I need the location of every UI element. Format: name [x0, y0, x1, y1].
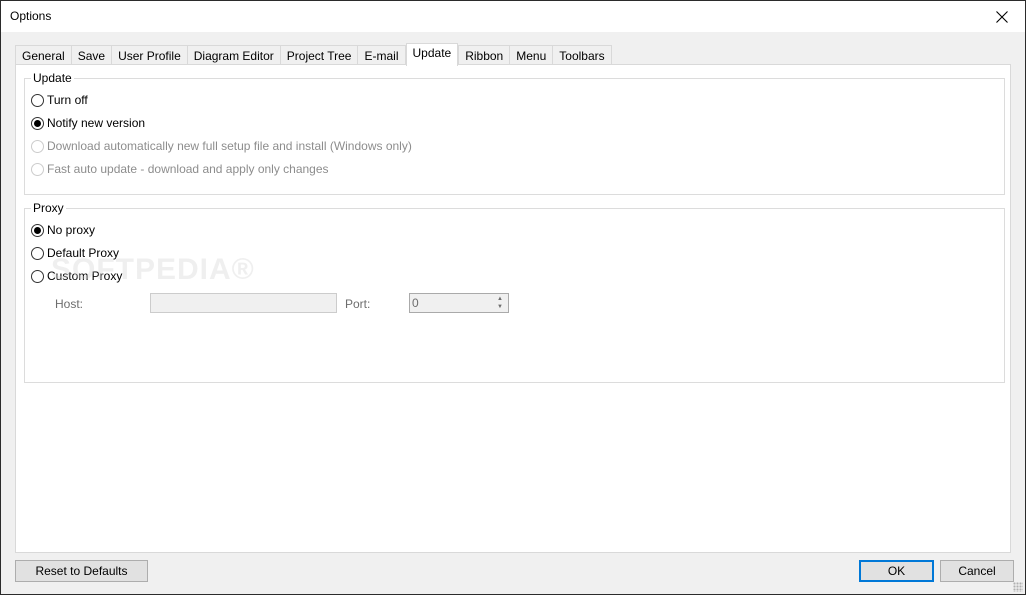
- radio-turn-off[interactable]: Turn off: [31, 93, 88, 107]
- radio-label: Notify new version: [47, 116, 146, 130]
- host-input: [150, 293, 337, 313]
- tab-menu[interactable]: Menu: [509, 45, 554, 65]
- close-button[interactable]: [979, 1, 1025, 32]
- radio-circle: [31, 269, 44, 283]
- radio-label: No proxy: [47, 223, 96, 237]
- tab-email[interactable]: E-mail: [357, 45, 406, 65]
- tab-diagram-editor[interactable]: Diagram Editor: [186, 45, 281, 65]
- radio-label: Default Proxy: [47, 246, 120, 260]
- port-value: 0: [412, 296, 419, 310]
- tab-strip: General Save User Profile Diagram Editor…: [15, 43, 612, 66]
- proxy-group-legend: Proxy: [31, 201, 66, 215]
- spin-up-icon: ▲: [497, 296, 503, 302]
- radio-label: Fast auto update - download and apply on…: [47, 162, 329, 176]
- options-dialog: Options General Save User Profile Diagra…: [0, 0, 1026, 595]
- radio-no-proxy[interactable]: No proxy: [31, 223, 95, 237]
- radio-circle-checked: [31, 116, 44, 130]
- host-label: Host:: [55, 297, 84, 311]
- cancel-button[interactable]: Cancel: [940, 560, 1014, 582]
- radio-label: Download automatically new full setup fi…: [47, 139, 412, 153]
- port-label: Port:: [345, 297, 371, 311]
- radio-circle: [31, 162, 44, 176]
- tab-toolbars[interactable]: Toolbars: [552, 45, 612, 65]
- radio-notify-new-version[interactable]: Notify new version: [31, 116, 145, 130]
- tab-project-tree[interactable]: Project Tree: [279, 45, 359, 65]
- radio-fast-auto-update: Fast auto update - download and apply on…: [31, 162, 329, 176]
- radio-default-proxy[interactable]: Default Proxy: [31, 246, 119, 260]
- tab-ribbon[interactable]: Ribbon: [458, 45, 511, 65]
- ok-button[interactable]: OK: [859, 560, 934, 582]
- radio-circle: [31, 139, 44, 153]
- title-bar: Options: [1, 1, 1025, 32]
- radio-label: Turn off: [47, 93, 88, 107]
- radio-label: Custom Proxy: [47, 269, 123, 283]
- radio-circle: [31, 246, 44, 260]
- update-group: Update Turn off Notify new version Downl…: [24, 71, 1005, 195]
- radio-custom-proxy[interactable]: Custom Proxy: [31, 269, 122, 283]
- proxy-group: Proxy No proxy Default Proxy Custom Prox…: [24, 201, 1005, 383]
- resize-grip-icon[interactable]: [1013, 582, 1023, 592]
- tab-save[interactable]: Save: [70, 45, 113, 65]
- tab-user-profile[interactable]: User Profile: [111, 45, 188, 65]
- reset-to-defaults-button[interactable]: Reset to Defaults: [15, 560, 148, 582]
- radio-circle: [31, 93, 44, 107]
- tab-general[interactable]: General: [15, 45, 72, 65]
- radio-circle-checked: [31, 223, 44, 237]
- close-icon: [996, 10, 1008, 23]
- port-spin-buttons: ▲ ▼: [493, 295, 507, 311]
- port-spinner: 0 ▲ ▼: [409, 293, 509, 313]
- tab-update[interactable]: Update: [405, 43, 459, 66]
- update-group-legend: Update: [31, 71, 74, 85]
- radio-download-full-setup: Download automatically new full setup fi…: [31, 139, 412, 153]
- window-title: Options: [10, 9, 52, 23]
- spin-down-icon: ▼: [497, 304, 503, 310]
- update-tab-page: Update Turn off Notify new version Downl…: [15, 64, 1011, 553]
